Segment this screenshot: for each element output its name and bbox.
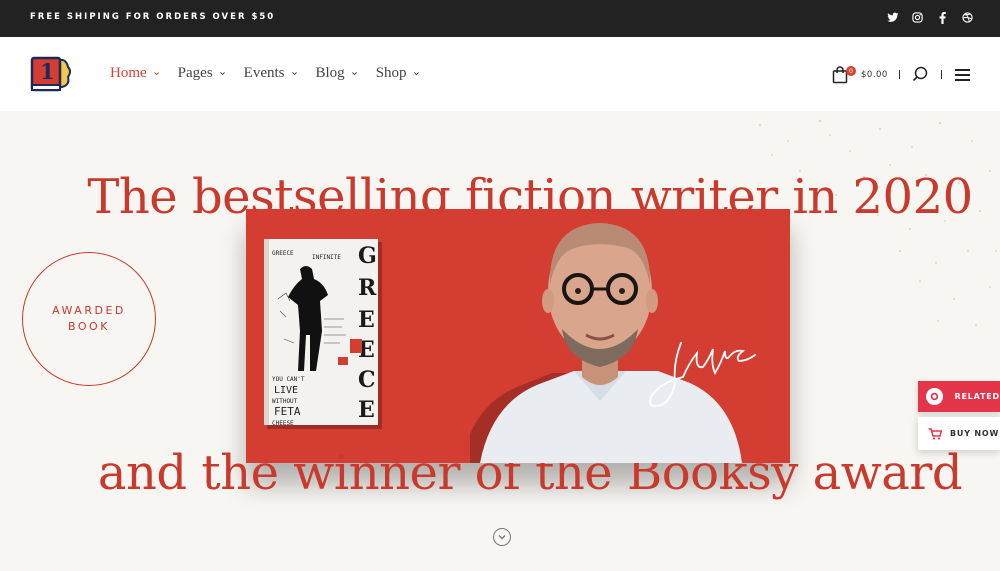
cart-count-badge: 0 [846, 66, 856, 76]
book-text: GREECE [272, 250, 294, 257]
header-divider [899, 70, 900, 79]
related-button[interactable]: RELATED [918, 381, 1000, 412]
nav-pages-label: Pages [177, 65, 213, 81]
logo-number: 1 [40, 59, 55, 84]
chevron-down-icon [219, 72, 225, 76]
book-text: YOU CAN'T [272, 376, 305, 383]
main-nav: Home Pages Events Blog Shop [110, 65, 420, 82]
book-text: FETA [274, 405, 301, 418]
book-text: INFINITE [312, 254, 341, 261]
site-header: 1 Home Pages Events Blog Shop 0 $0.00 [0, 37, 1000, 111]
book-letter: G [358, 243, 377, 269]
facebook-icon[interactable] [936, 11, 949, 24]
award-line-1: AWARDED [52, 304, 126, 317]
instagram-icon[interactable] [911, 11, 924, 24]
nav-blog-label: Blog [315, 65, 345, 81]
chevron-down-icon [153, 72, 159, 76]
book-letter: E [358, 397, 375, 423]
chevron-down-icon [291, 72, 297, 76]
nav-home-label: Home [110, 65, 147, 81]
nav-shop[interactable]: Shop [376, 65, 420, 82]
social-links [886, 11, 974, 24]
chevron-down-icon [498, 535, 506, 540]
related-label: RELATED [954, 392, 1000, 401]
scroll-down-button[interactable] [493, 528, 511, 546]
chevron-down-icon [413, 72, 419, 76]
chevron-down-icon [351, 72, 357, 76]
site-logo[interactable]: 1 [30, 55, 74, 93]
book-letter: R [358, 275, 377, 301]
nav-blog[interactable]: Blog [316, 65, 358, 82]
buy-now-label: BUY NOW [950, 429, 1000, 438]
dribbble-icon[interactable] [961, 11, 974, 24]
nav-pages[interactable]: Pages [178, 65, 226, 82]
related-icon [926, 388, 943, 405]
shipping-promo: FREE SHIPING FOR ORDERS OVER $50 [30, 12, 276, 22]
nav-home[interactable]: Home [110, 65, 160, 82]
buy-now-button[interactable]: BUY NOW [918, 417, 1000, 450]
cart-total: $0.00 [861, 70, 888, 80]
awarded-book-badge: AWARDED BOOK [22, 252, 156, 386]
book-letter: E [358, 307, 375, 333]
search-button[interactable] [912, 66, 928, 87]
book-text: WITHOUT [272, 398, 298, 405]
cart-icon [928, 427, 942, 440]
top-bar: FREE SHIPING FOR ORDERS OVER $50 [0, 0, 1000, 37]
award-line-2: BOOK [68, 320, 110, 333]
nav-events-label: Events [243, 65, 285, 81]
twitter-icon[interactable] [886, 11, 899, 24]
nav-shop-label: Shop [375, 65, 407, 81]
hamburger-menu-icon[interactable] [955, 69, 970, 81]
book-cover-image[interactable]: G R E E C E GREECE INFINITE YOU CAN'T LI… [264, 239, 382, 429]
book-text: CHEESE [272, 420, 294, 427]
book-letter: C [358, 367, 376, 393]
search-icon [912, 66, 928, 82]
header-divider [941, 70, 942, 79]
hero-section: The bestselling fiction writer in 2020 A… [0, 111, 1000, 571]
nav-events[interactable]: Events [244, 65, 298, 82]
author-signature [649, 342, 756, 407]
book-text: LIVE [274, 385, 298, 396]
